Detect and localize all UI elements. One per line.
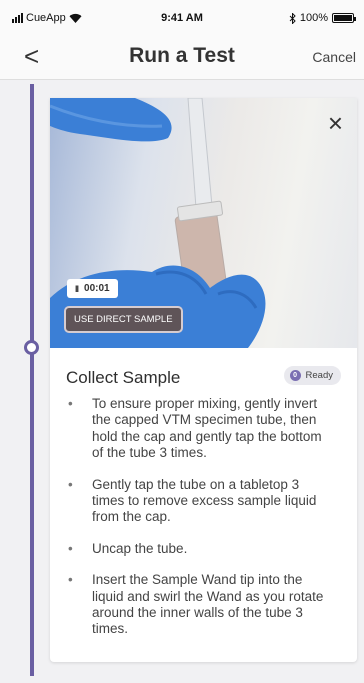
instruction-item: Gently tap the tube on a tabletop 3 time… [66,477,335,526]
close-icon: × [327,108,343,138]
close-video-button[interactable]: × [328,110,343,136]
step-card: × II 00:01 USE DIRECT SAMPLE Collect Sam… [50,98,357,662]
step-header: Collect Sample 0 Ready [66,366,341,392]
instruction-item: Insert the Sample Wand tip into the liqu… [66,572,335,638]
status-bar: CueApp 9:41 AM 100% [0,0,364,36]
status-badge-label: Ready [305,370,333,381]
instruction-item: To ensure proper mixing, gently invert t… [66,396,335,462]
elapsed-time: 00:01 [84,283,110,294]
step-title: Collect Sample [66,368,181,387]
video-timer[interactable]: II 00:01 [67,279,118,298]
battery-indicator: 100% [289,12,356,24]
instruction-list: To ensure proper mixing, gently invert t… [66,396,335,653]
nav-bar: < Run a Test Cancel [0,36,364,80]
pause-icon[interactable]: II [75,284,79,294]
timeline-step-marker [24,340,39,355]
cancel-button[interactable]: Cancel [312,49,356,65]
ready-icon: 0 [289,370,301,381]
use-direct-sample-button[interactable]: USE DIRECT SAMPLE [64,306,183,333]
progress-timeline [30,84,34,676]
page-title: Run a Test [129,44,235,67]
status-badge: 0 Ready [283,366,341,385]
battery-percent: 100% [299,12,328,24]
instruction-video[interactable]: × II 00:01 USE DIRECT SAMPLE [50,98,357,348]
battery-icon [332,13,356,23]
bluetooth-icon [289,12,296,24]
instruction-item: Uncap the tube. [66,541,335,558]
